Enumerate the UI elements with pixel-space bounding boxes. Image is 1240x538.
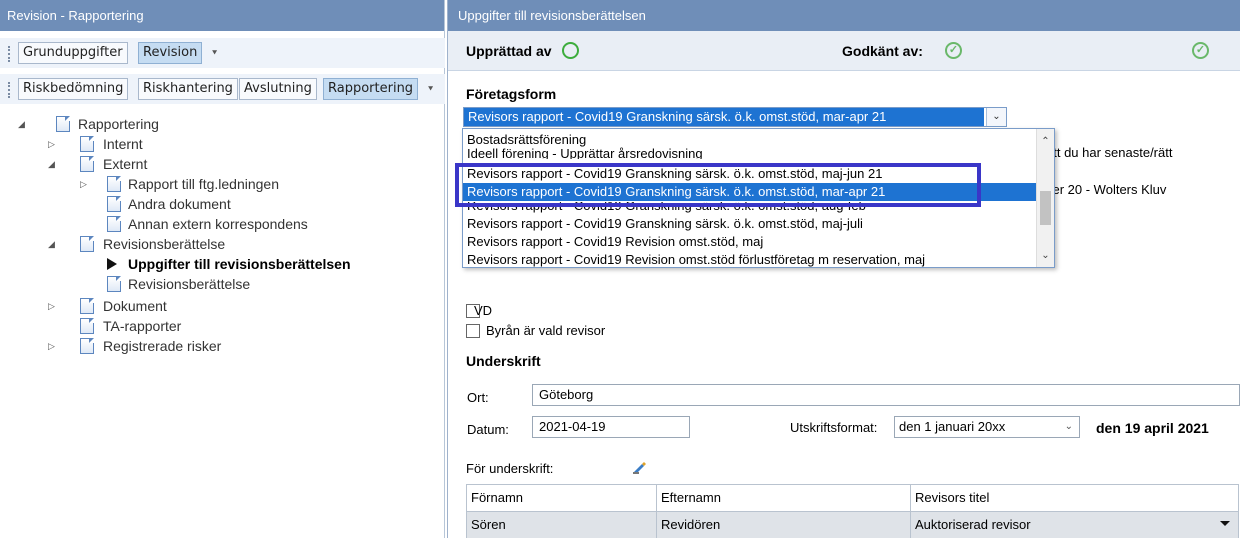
tab-riskbedomning[interactable]: Riskbedömning (18, 78, 129, 100)
approval-header: Upprättad av Godkänt av: ✓ ✓ (448, 31, 1240, 71)
table-row[interactable]: Sören Revidören Auktoriserad revisor (467, 512, 1239, 538)
scroll-down-icon[interactable]: ⌄ (1037, 247, 1054, 265)
print-format-label: Utskriftsformat: (790, 420, 878, 435)
approved-check-icon[interactable]: ✓ (945, 42, 962, 59)
document-icon (56, 116, 70, 132)
right-pane-title: Uppgifter till revisionsberättelsen (448, 0, 1240, 31)
document-icon (80, 156, 94, 172)
dropdown-option[interactable]: Revisors rapport - Covid19 Revision omst… (463, 251, 1037, 269)
company-form-selected-value: Revisors rapport - Covid19 Granskning sä… (464, 108, 984, 126)
app-window: Revision - Rapportering Grunduppgifter R… (0, 0, 1240, 538)
expand-icon[interactable]: ▷ (48, 336, 60, 356)
document-icon (80, 236, 94, 252)
tab-row-primary: Grunduppgifter Revision ⯆ (0, 38, 445, 68)
dropdown-option[interactable]: Revisors rapport - Covid19 Granskning sä… (463, 215, 1037, 233)
document-icon (80, 136, 94, 152)
signers-grid: Förnamn Efternamn Revisors titel Sören R… (466, 484, 1239, 538)
grid-header: Förnamn Efternamn Revisors titel (467, 485, 1239, 512)
document-icon (107, 176, 121, 192)
collapse-icon[interactable]: ◢ (48, 154, 60, 174)
document-icon (80, 318, 94, 334)
grid-column-fornamn[interactable]: Förnamn (467, 485, 657, 511)
for-signature-label: För underskrift: (466, 461, 554, 476)
toolbar-grip[interactable] (8, 82, 10, 98)
arrow-right-icon (107, 258, 117, 270)
collapse-icon[interactable]: ◢ (18, 114, 30, 134)
grid-cell-titel[interactable]: Auktoriserad revisor (911, 512, 1239, 538)
tab-grunduppgifter[interactable]: Grunduppgifter (18, 42, 128, 64)
document-icon (107, 216, 121, 232)
tab-revision[interactable]: Revision (138, 42, 203, 64)
tab-rapportering[interactable]: Rapportering (323, 78, 419, 100)
datum-label: Datum: (467, 422, 509, 437)
info-note-text-2: ver 20 - Wolters Kluv (1046, 182, 1167, 197)
prepared-by-label: Upprättad av (466, 43, 552, 59)
document-icon (80, 298, 94, 314)
print-format-select[interactable]: den 1 januari 20xx ⌄ (894, 416, 1080, 438)
firm-auditor-checkbox[interactable] (466, 324, 480, 338)
tab-avslutning[interactable]: Avslutning (239, 78, 317, 100)
firm-auditor-label: Byrån är vald revisor (486, 323, 606, 338)
print-format-value: den 1 januari 20xx (899, 419, 1006, 434)
expand-icon[interactable]: ▷ (48, 134, 60, 154)
ort-input[interactable]: Göteborg (532, 384, 1240, 406)
grid-column-efternamn[interactable]: Efternamn (657, 485, 911, 511)
grid-column-titel[interactable]: Revisors titel (911, 485, 1239, 511)
toolbar-grip[interactable] (8, 46, 10, 62)
company-form-heading: Företagsform (466, 86, 557, 102)
approved-check-icon-right[interactable]: ✓ (1192, 42, 1209, 59)
date-display: den 19 april 2021 (1096, 420, 1209, 436)
signature-heading: Underskrift (466, 353, 541, 369)
dropdown-option[interactable]: Revisors rapport - Covid19 Revision omst… (463, 233, 1037, 251)
document-icon (107, 196, 121, 212)
info-note-text-1: att du har senaste/rätt (1046, 145, 1173, 160)
chevron-down-icon[interactable]: ⌄ (1065, 417, 1073, 437)
dropdown-scrollbar[interactable]: ⌃ ⌄ (1036, 129, 1054, 267)
grid-cell-efternamn[interactable]: Revidören (657, 512, 911, 538)
vd-label: VD (474, 303, 493, 318)
expand-icon[interactable]: ▷ (80, 174, 92, 194)
expand-icon[interactable]: ▷ (48, 296, 60, 316)
scroll-up-icon[interactable]: ⌃ (1037, 133, 1054, 151)
caret-down-icon[interactable] (1220, 521, 1230, 526)
tab-row-secondary: Riskbedömning Riskhantering Avslutning R… (0, 74, 445, 104)
right-pane: Uppgifter till revisionsberättelsen Uppr… (447, 0, 1240, 538)
dropdown-option[interactable]: Ideell förening - Upprättar årsredovisni… (463, 147, 1037, 159)
edit-pen-icon[interactable] (632, 460, 648, 474)
ort-label: Ort: (467, 390, 489, 405)
annotation-highlight-box (455, 163, 981, 207)
tab-riskhantering[interactable]: Riskhantering (138, 78, 238, 100)
collapse-icon[interactable]: ◢ (48, 234, 60, 254)
scrollbar-thumb[interactable] (1040, 191, 1051, 225)
left-pane-title: Revision - Rapportering (0, 0, 444, 31)
tab-overflow-icon[interactable]: ⯆ (427, 84, 434, 95)
left-pane: Revision - Rapportering Grunduppgifter R… (0, 0, 445, 538)
document-icon (80, 338, 94, 354)
chevron-down-icon[interactable]: ⌄ (986, 108, 1006, 126)
company-form-select[interactable]: Revisors rapport - Covid19 Granskning sä… (463, 107, 1007, 127)
prepared-status-circle-icon[interactable] (562, 42, 579, 59)
datum-input[interactable]: 2021-04-19 (532, 416, 690, 438)
document-icon (107, 276, 121, 292)
approved-by-label: Godkänt av: (842, 43, 923, 59)
grid-cell-fornamn[interactable]: Sören (467, 512, 657, 538)
tab-overflow-icon[interactable]: ⯆ (211, 48, 218, 59)
